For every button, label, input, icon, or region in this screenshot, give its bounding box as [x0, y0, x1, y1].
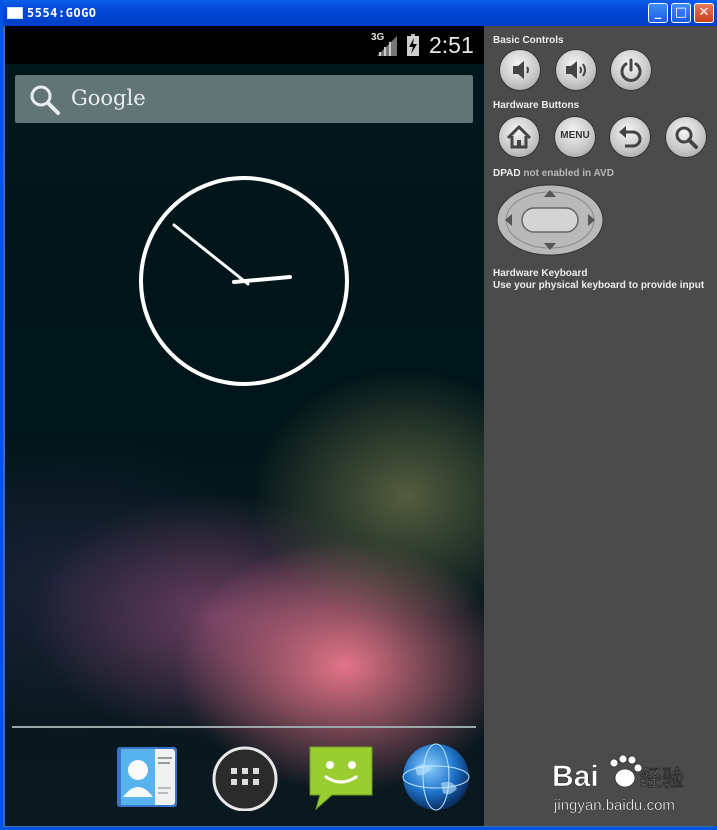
- battery-icon: [407, 34, 419, 56]
- status-time: 2:51: [429, 32, 474, 58]
- volume-down-button[interactable]: [500, 50, 540, 90]
- search-button[interactable]: [666, 117, 706, 157]
- dpad-status: not enabled in AVD: [523, 168, 614, 179]
- hardware-keyboard-description: Use your physical keyboard to provide in…: [493, 280, 705, 291]
- home-wallpaper: [5, 26, 484, 826]
- window-app-icon: [7, 7, 23, 19]
- globe-icon: [402, 743, 470, 811]
- analog-clock[interactable]: [138, 175, 350, 387]
- dpad-label: DPAD not enabled in AVD: [493, 168, 614, 179]
- maximize-button[interactable]: □: [671, 3, 691, 23]
- dock-divider: [12, 726, 476, 728]
- search-icon: [30, 85, 60, 115]
- window-title: 5554:GOGO: [27, 6, 97, 20]
- search-label: Google: [71, 86, 146, 110]
- clock-minute-hand: [172, 223, 250, 286]
- close-button[interactable]: ✕: [694, 3, 714, 23]
- power-icon: [620, 58, 642, 82]
- basic-controls-label: Basic Controls: [493, 35, 564, 46]
- back-icon: [619, 126, 642, 148]
- emulator-window: 5554:GOGO _ □ ✕ 3G 2:51 Google Basic Con…: [0, 0, 717, 830]
- back-button[interactable]: [610, 117, 650, 157]
- dpad-title: DPAD: [493, 168, 521, 179]
- menu-button-label: MENU: [560, 130, 590, 141]
- volume-down-icon: [513, 61, 529, 79]
- power-button[interactable]: [611, 50, 651, 90]
- signal-icon: [377, 36, 397, 56]
- device-screen[interactable]: 3G 2:51 Google: [5, 26, 484, 826]
- home-icon: [506, 125, 532, 149]
- app-dock: [5, 739, 484, 819]
- dock-item-all-apps[interactable]: [210, 739, 280, 812]
- watermark-url: jingyan.baidu.com: [553, 797, 675, 814]
- minimize-button[interactable]: _: [648, 3, 668, 23]
- baidu-jingyan-watermark: Bai 经验 jingyan.baidu.com: [552, 754, 684, 814]
- menu-button[interactable]: MENU: [555, 117, 595, 157]
- emulator-controls-panel: Basic Controls Hardware Buttons MENU DPA…: [484, 26, 717, 826]
- watermark-brand-suffix: 经验: [640, 766, 684, 792]
- baidu-paw-icon: [609, 754, 643, 788]
- volume-up-icon: [566, 61, 586, 79]
- apps-grid-icon: [212, 746, 278, 812]
- messaging-icon: [309, 746, 373, 811]
- hardware-keyboard-title: Hardware Keyboard: [493, 268, 588, 279]
- dock-item-browser[interactable]: [401, 739, 471, 811]
- home-button[interactable]: [499, 117, 539, 157]
- dock-item-messaging[interactable]: [306, 739, 376, 811]
- title-bar[interactable]: 5554:GOGO _ □ ✕: [3, 0, 717, 26]
- watermark-brand: Bai: [552, 760, 599, 793]
- dpad-control[interactable]: [496, 184, 604, 256]
- status-bar[interactable]: 3G 2:51: [5, 26, 484, 64]
- search-icon: [675, 126, 698, 149]
- dock-item-contacts[interactable]: [111, 739, 181, 811]
- google-search-bar[interactable]: Google: [15, 75, 473, 123]
- hardware-buttons-label: Hardware Buttons: [493, 100, 580, 111]
- contacts-icon: [117, 747, 177, 807]
- volume-up-button[interactable]: [556, 50, 596, 90]
